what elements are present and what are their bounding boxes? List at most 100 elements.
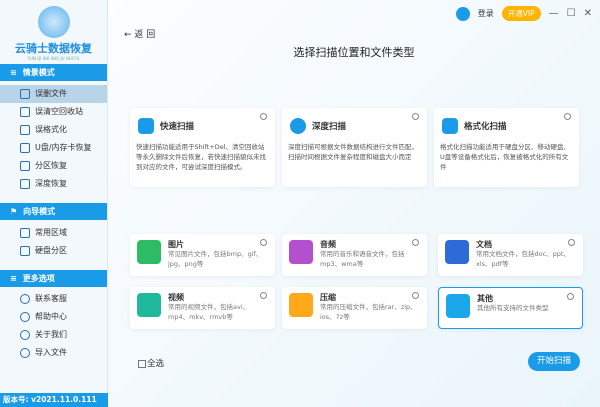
start-scan-button[interactable]: 开始扫描 bbox=[528, 352, 580, 371]
sidebar-item-label: 深度恢复 bbox=[35, 179, 67, 188]
info-icon bbox=[20, 330, 30, 340]
sidebar-item-format[interactable]: 误格式化 bbox=[0, 121, 107, 139]
sidebar-item-partition[interactable]: 分区恢复 bbox=[0, 157, 107, 175]
sidebar-item-label: 关于我们 bbox=[35, 330, 67, 339]
radio[interactable] bbox=[412, 292, 419, 299]
app-subtitle: YUN QI SHI SHU JU HUI FU bbox=[27, 56, 80, 61]
video-icon bbox=[137, 293, 161, 317]
sidebar-item-common-area[interactable]: 常用区域 bbox=[0, 224, 107, 242]
back-button[interactable]: ← 返 回 bbox=[124, 27, 155, 40]
file-type-image[interactable]: 图片 常见图片文件，包括bmp、gif、jpg、png等 bbox=[130, 234, 275, 276]
sidebar-item-recycle-bin[interactable]: 误清空回收站 bbox=[0, 103, 107, 121]
scan-mode-format[interactable]: 格式化扫描格式化扫描功能适用于硬盘分区、移动硬盘、U盘等设备格式化后，恢复被格式… bbox=[434, 108, 579, 187]
radio[interactable] bbox=[412, 113, 419, 120]
radio[interactable] bbox=[260, 113, 267, 120]
sidebar-item-label: 帮助中心 bbox=[35, 312, 67, 321]
file-type-document[interactable]: 文档 常用文档文件，包括doc、ppt、xls、pdf等 bbox=[438, 234, 583, 276]
section-more: ≡ 更多选项 bbox=[0, 270, 107, 287]
monitor-icon bbox=[20, 228, 30, 238]
sidebar-item-label: 误删文件 bbox=[35, 89, 67, 98]
card-desc: 常见图片文件，包括bmp、gif、jpg、png等 bbox=[168, 250, 263, 268]
menu-icon: ≡ bbox=[10, 274, 17, 283]
sidebar-item-label: 联系客服 bbox=[35, 294, 67, 303]
radio[interactable] bbox=[564, 113, 571, 120]
sidebar-item-usb[interactable]: U盘/内存卡恢复 bbox=[0, 139, 107, 157]
card-desc: 常用的音乐和语音文件，包括mp3、wma等 bbox=[320, 250, 405, 268]
section-label: 情景模式 bbox=[22, 68, 55, 77]
card-desc: 快速扫描功能适用于Shift+Del、清空回收站等永久删除文件后恢复，若快速扫描… bbox=[136, 143, 266, 171]
deep-icon bbox=[20, 179, 30, 189]
section-wizard: ⚑ 向导模式 bbox=[0, 203, 107, 220]
card-desc: 格式化扫描功能适用于硬盘分区、移动硬盘、U盘等设备格式化后，恢复被格式化的所有文… bbox=[440, 143, 570, 171]
login-link[interactable]: 登录 bbox=[478, 8, 494, 19]
scan-mode-deep[interactable]: 深度扫描 深度扫描可根据文件数据结构进行文件匹配，扫描时间根据文件复杂程度和磁盘大… bbox=[282, 108, 427, 187]
image-icon bbox=[137, 240, 161, 264]
select-all-checkbox[interactable]: 全选 bbox=[138, 357, 164, 369]
checkbox-icon bbox=[138, 359, 146, 368]
card-title: 格式化扫描 bbox=[464, 122, 507, 132]
sidebar-item-label: 常用区域 bbox=[35, 228, 67, 237]
section-label: 更多选项 bbox=[22, 274, 55, 283]
sidebar-item-deep[interactable]: 深度恢复 bbox=[0, 175, 107, 193]
sidebar-item-disk-partition[interactable]: 硬盘分区 bbox=[0, 242, 107, 260]
logo-icon bbox=[37, 6, 70, 38]
sidebar-item-import[interactable]: 导入文件 bbox=[0, 344, 107, 362]
page-title: 选择扫描位置和文件类型 bbox=[293, 46, 415, 59]
scenario-icon: ≋ bbox=[10, 68, 17, 77]
top-bar: 登录 开通VIP — ☐ ✕ bbox=[455, 6, 592, 21]
file-type-archive[interactable]: 压缩 常用的压缩文件，包括rar、zip、ios、7z等 bbox=[282, 287, 427, 329]
sidebar: 云骑士数据恢复 YUN QI SHI SHU JU HUI FU ≋ 情景模式 误删… bbox=[0, 0, 108, 407]
sidebar-item-label: U盘/内存卡恢复 bbox=[35, 143, 92, 152]
sidebar-item-label: 导入文件 bbox=[35, 348, 67, 357]
select-all-label: 全选 bbox=[147, 359, 165, 369]
document-icon bbox=[445, 240, 469, 264]
disk-icon bbox=[20, 125, 30, 135]
section-label: 向导模式 bbox=[23, 207, 56, 216]
phone-icon bbox=[20, 294, 30, 304]
sidebar-item-about[interactable]: 关于我们 bbox=[0, 326, 107, 344]
main-panel: 登录 开通VIP — ☐ ✕ ← 返 回 选择扫描位置和文件类型 快速扫描 快速扫… bbox=[108, 0, 600, 407]
refresh-icon bbox=[290, 118, 306, 134]
format-disk-icon bbox=[442, 118, 458, 134]
section-scenario: ≋ 情景模式 bbox=[0, 64, 107, 81]
app-name: 云骑士数据恢复 bbox=[15, 42, 92, 55]
file-type-other[interactable]: 其他 其他所有支持的文件类型 bbox=[438, 287, 583, 329]
harddisk-icon bbox=[20, 246, 30, 256]
sidebar-item-label: 误格式化 bbox=[35, 125, 67, 134]
sidebar-item-label: 误清空回收站 bbox=[35, 107, 83, 116]
radio[interactable] bbox=[260, 239, 267, 246]
file-type-audio[interactable]: 音频 常用的音乐和语音文件，包括mp3、wma等 bbox=[282, 234, 427, 276]
sidebar-item-label: 硬盘分区 bbox=[35, 246, 67, 255]
card-title: 深度扫描 bbox=[312, 122, 347, 132]
avatar[interactable] bbox=[455, 6, 470, 21]
version-label: 版本号: v2021.11.0.111 bbox=[0, 393, 108, 407]
trash-icon bbox=[20, 107, 30, 117]
radio[interactable] bbox=[260, 292, 267, 299]
radio[interactable] bbox=[412, 239, 419, 246]
rocket-icon bbox=[138, 118, 154, 134]
card-title: 快速扫描 bbox=[160, 122, 195, 132]
sidebar-item-help[interactable]: 帮助中心 bbox=[0, 308, 107, 326]
music-icon bbox=[289, 240, 313, 264]
sidebar-item-support[interactable]: 联系客服 bbox=[0, 290, 107, 308]
minimize-button[interactable]: — bbox=[549, 8, 559, 19]
import-icon bbox=[20, 348, 30, 358]
card-desc: 常用的视频文件，包括avi、mp4、mkv、rmvb等 bbox=[168, 303, 250, 321]
vip-button[interactable]: 开通VIP bbox=[501, 6, 541, 21]
radio[interactable] bbox=[567, 293, 574, 300]
signpost-icon: ⚑ bbox=[10, 207, 18, 216]
question-icon bbox=[20, 312, 30, 322]
sidebar-item-deleted-files[interactable]: 误删文件 bbox=[0, 85, 107, 103]
zip-icon bbox=[289, 293, 313, 317]
maximize-button[interactable]: ☐ bbox=[567, 8, 576, 19]
close-button[interactable]: ✕ bbox=[584, 8, 592, 19]
file-icon bbox=[20, 89, 30, 99]
file-type-video[interactable]: 视频 常用的视频文件，包括avi、mp4、mkv、rmvb等 bbox=[130, 287, 275, 329]
scan-mode-quick[interactable]: 快速扫描快速扫描功能适用于Shift+Del、清空回收站等永久删除文件后恢复，若… bbox=[130, 108, 275, 187]
radio[interactable] bbox=[568, 239, 575, 246]
file-image-icon bbox=[446, 294, 470, 318]
sidebar-item-label: 分区恢复 bbox=[35, 161, 67, 170]
app-logo: 云骑士数据恢复 YUN QI SHI SHU JU HUI FU bbox=[0, 0, 107, 62]
usb-icon bbox=[20, 143, 30, 153]
card-desc: 常用的压缩文件，包括rar、zip、ios、7z等 bbox=[320, 303, 417, 321]
